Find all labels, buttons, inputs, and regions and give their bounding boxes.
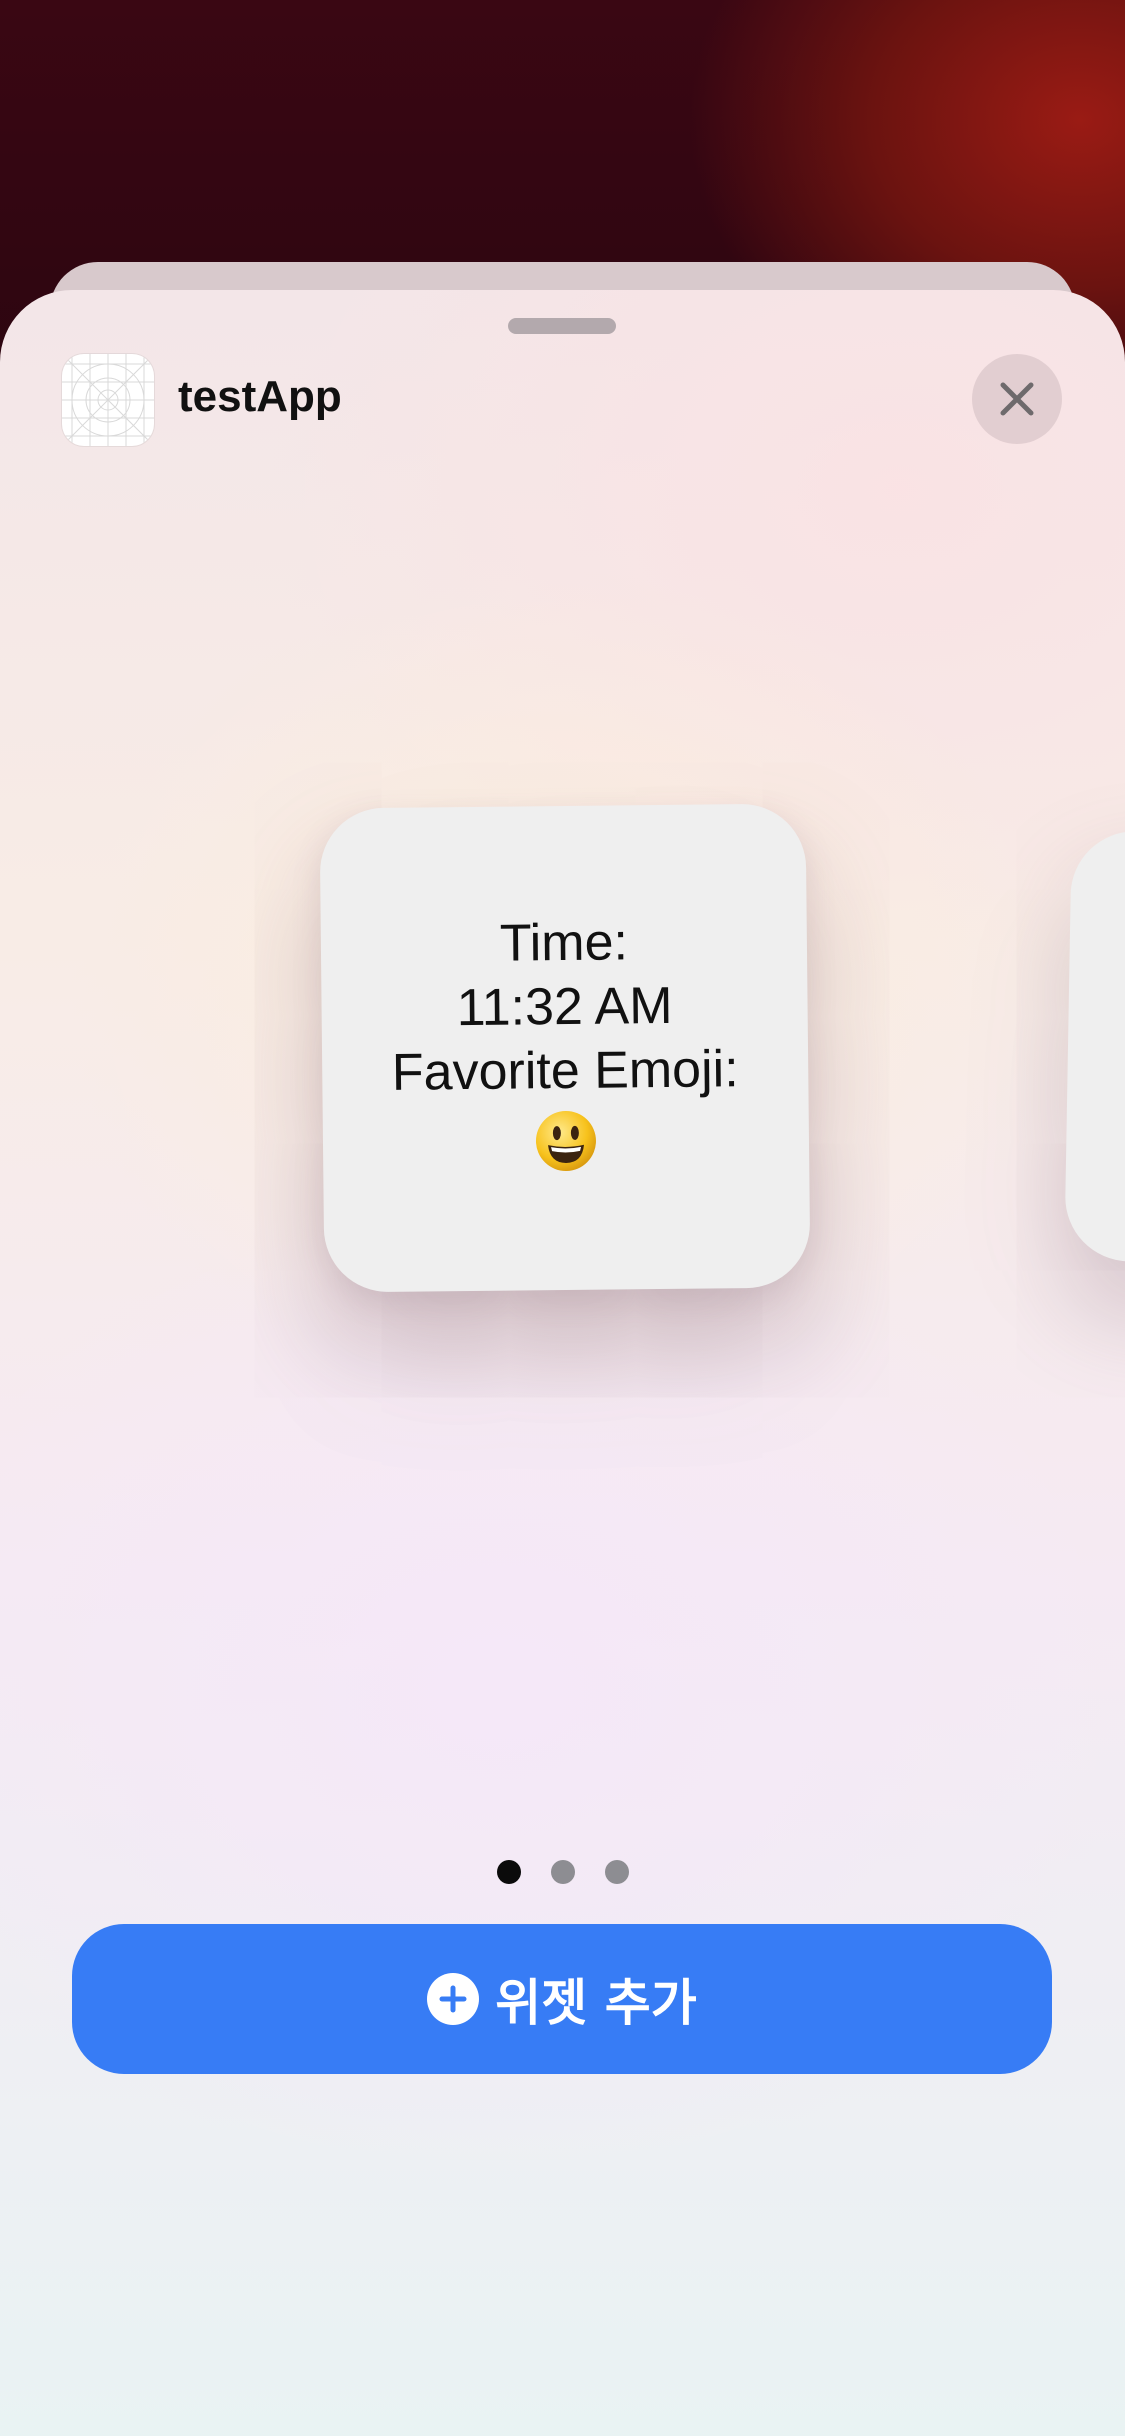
widget-preview-medium[interactable]: [1064, 830, 1125, 1264]
app-icon: [62, 354, 154, 446]
app-name: testApp: [178, 372, 342, 421]
plus-circle-icon: [427, 1973, 480, 2025]
page-dot-1[interactable]: [496, 1860, 521, 1884]
sheet-grabber[interactable]: [508, 318, 616, 334]
widget-time-label: Time:: [499, 912, 629, 973]
widget-gallery-sheet: testApp: [0, 290, 1125, 2436]
add-widget-button[interactable]: 위젯 추가: [72, 1924, 1052, 2074]
page-dot-3[interactable]: [604, 1860, 629, 1884]
page-indicator[interactable]: [0, 1860, 1125, 1884]
close-icon: [1000, 382, 1034, 416]
widget-emoji-label: Favorite Emoji:: [391, 1039, 739, 1102]
close-button[interactable]: [972, 354, 1062, 444]
smiley-emoji-icon: [534, 1108, 599, 1186]
widget-time-value: 11:32 AM: [456, 976, 673, 1037]
widget-preview-small[interactable]: Time: 11:32 AM Favorite Emoji:: [319, 803, 811, 1293]
page-dot-2[interactable]: [550, 1860, 575, 1884]
add-widget-label: 위젯 추가: [495, 1974, 697, 2032]
